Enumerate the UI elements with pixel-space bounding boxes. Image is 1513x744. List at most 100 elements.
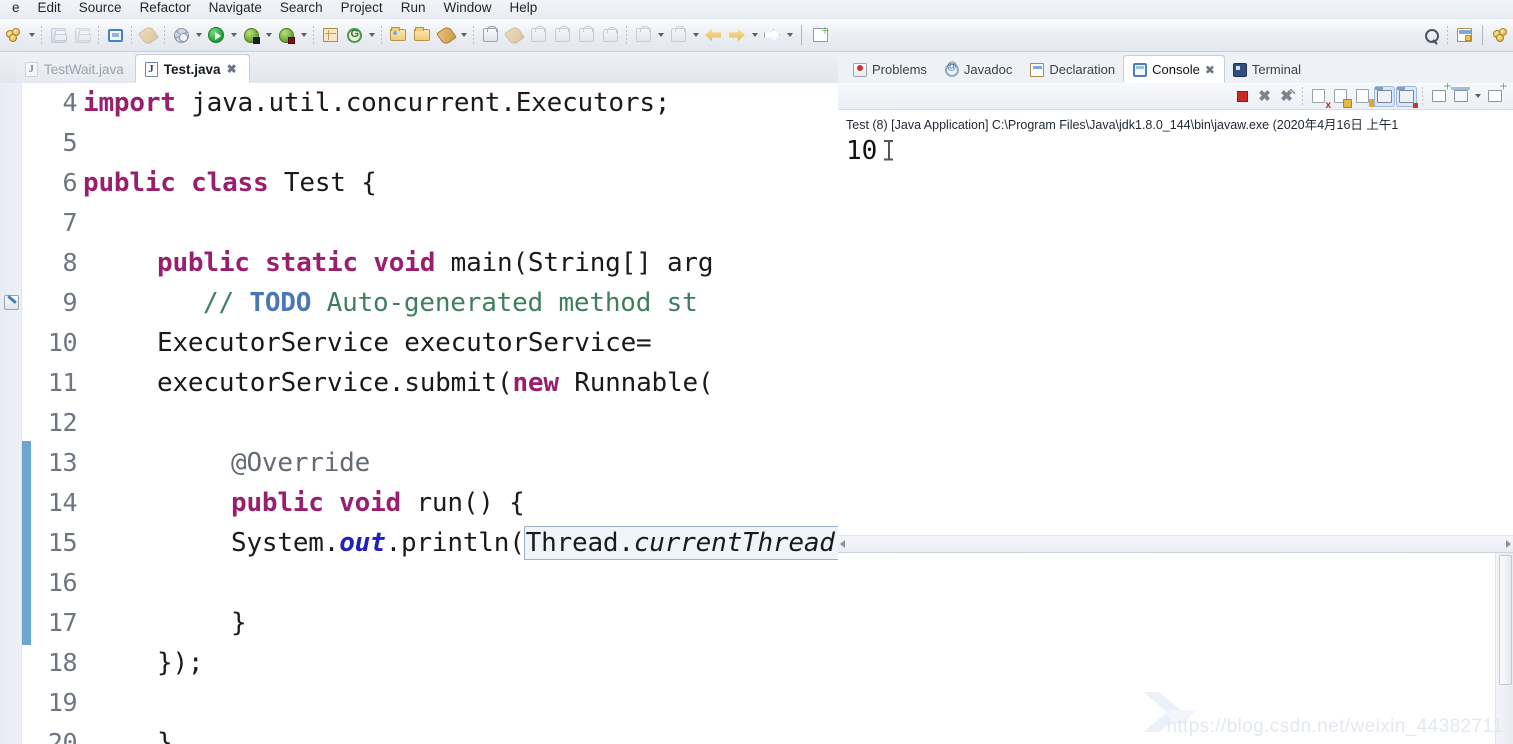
save-all-icon[interactable]: [70, 23, 94, 47]
show-console-on-output-button[interactable]: [1374, 85, 1395, 107]
linked-edit-box[interactable]: Thread.currentThread().getId(): [523, 526, 838, 560]
next-annotation-icon[interactable]: [631, 23, 655, 47]
line-number: 16: [47, 568, 78, 597]
editor-text-area[interactable]: 4 5 6 7 8 9 10 11 12 13 14 15 16 17 18 1…: [0, 83, 838, 744]
code-text: main(String[] arg: [435, 248, 714, 278]
view-tab-declaration[interactable]: Declaration: [1021, 56, 1124, 83]
menu-item-project[interactable]: Project: [333, 0, 391, 18]
menu-item-source[interactable]: Source: [71, 0, 130, 18]
open-perspective-icon[interactable]: [1452, 23, 1476, 47]
menu-item-window[interactable]: Window: [435, 0, 499, 18]
back-icon[interactable]: [701, 23, 725, 47]
previous-annotation-dropdown-arrow[interactable]: [690, 24, 701, 46]
menu-item-navigate[interactable]: Navigate: [201, 0, 270, 18]
menu-item-help[interactable]: Help: [501, 0, 545, 18]
debug-dropdown-arrow[interactable]: [263, 24, 274, 46]
run-dropdown-arrow[interactable]: [228, 24, 239, 46]
clear-console-button[interactable]: [1308, 86, 1329, 107]
forward-icon[interactable]: [725, 23, 749, 47]
show-console-on-error-button[interactable]: [1396, 85, 1418, 108]
menu-item-refactor[interactable]: Refactor: [132, 0, 199, 18]
line-number: 11: [47, 368, 78, 397]
link-editor-icon[interactable]: [136, 23, 160, 47]
coverage-icon[interactable]: [274, 23, 298, 47]
breadcrumb-glyph: [554, 26, 570, 42]
search-dropdown-arrow[interactable]: [458, 24, 469, 46]
new-java-package-icon[interactable]: [318, 23, 342, 47]
line-number: 19: [47, 688, 78, 717]
open-console-button[interactable]: [1484, 86, 1505, 107]
editor-marker-bar[interactable]: [0, 83, 22, 744]
menu-item-file[interactable]: e: [4, 0, 28, 18]
view-tab-label: Terminal: [1251, 62, 1301, 77]
scroll-right-icon[interactable]: [1506, 540, 1511, 548]
scroll-left-icon[interactable]: [840, 540, 845, 548]
next-edit-icon[interactable]: [760, 23, 784, 47]
next-annotation-dropdown-arrow[interactable]: [655, 24, 666, 46]
editor-tab-test[interactable]: Test.java ✖: [135, 55, 249, 83]
pin-console-icon: [1431, 90, 1446, 102]
line-number: 5: [62, 128, 77, 157]
debug-icon[interactable]: [239, 23, 263, 47]
code-line-20: }: [157, 723, 173, 744]
previous-annotation-icon[interactable]: [666, 23, 690, 47]
remove-all-terminated-button[interactable]: ✖: [1276, 86, 1297, 107]
forward-dropdown-arrow[interactable]: [749, 24, 760, 46]
code-text: System.: [231, 528, 340, 558]
menu-item-search[interactable]: Search: [272, 0, 331, 18]
search-icon[interactable]: [1419, 23, 1443, 47]
view-tab-terminal[interactable]: Terminal: [1224, 56, 1310, 83]
new-wizard-dropdown-arrow[interactable]: [26, 24, 37, 46]
print-preview-icon[interactable]: [103, 23, 127, 47]
view-tab-problems[interactable]: Problems: [844, 56, 936, 83]
build-dropdown-arrow[interactable]: [193, 24, 204, 46]
save-icon[interactable]: [46, 23, 70, 47]
pin-console-button[interactable]: [1428, 86, 1449, 107]
view-tab-javadoc[interactable]: Javadoc: [936, 56, 1021, 83]
console-horizontal-scrollbar[interactable]: [838, 535, 1513, 552]
terminate-button[interactable]: [1232, 86, 1253, 107]
build-icon[interactable]: [169, 23, 193, 47]
menu-item-edit[interactable]: Edit: [30, 0, 69, 18]
link-glyph: [137, 24, 159, 46]
search-toolbar-icon[interactable]: [434, 23, 458, 47]
close-icon[interactable]: ✖: [227, 63, 237, 75]
view-tab-console[interactable]: Console ✖: [1124, 56, 1224, 83]
pin-editor-icon[interactable]: [478, 23, 502, 47]
next-edit-dropdown-arrow[interactable]: [784, 24, 795, 46]
editor-tab-testwait[interactable]: TestWait.java: [16, 55, 136, 83]
keyword-public-void: public void: [231, 488, 401, 518]
git-icon[interactable]: [342, 23, 366, 47]
console-toolbar: ✖ ✖: [838, 83, 1513, 109]
code-text: }: [231, 608, 247, 638]
console-view[interactable]: Test (8) [Java Application] C:\Program F…: [838, 109, 1513, 552]
display-console-dropdown-arrow[interactable]: [1472, 85, 1483, 107]
close-icon[interactable]: ✖: [1205, 64, 1215, 76]
coverage-dropdown-arrow[interactable]: [298, 24, 309, 46]
line-number: 4: [62, 88, 77, 117]
scrollbar-thumb[interactable]: [1499, 555, 1512, 685]
remove-occurrence-icon[interactable]: [598, 23, 622, 47]
toggle-mark-icon[interactable]: [502, 23, 526, 47]
display-selected-console-button[interactable]: [1450, 86, 1471, 107]
skip-breakpoints-icon[interactable]: [526, 23, 550, 47]
toggle-breadcrumb-icon[interactable]: [550, 23, 574, 47]
editor-code-content[interactable]: import java.util.concurrent.Executors; p…: [83, 83, 838, 744]
menu-item-run[interactable]: Run: [393, 0, 434, 18]
new-window-icon[interactable]: [808, 23, 832, 47]
editor-tab-label: Test.java: [163, 61, 221, 77]
remove-launch-button[interactable]: ✖: [1254, 86, 1275, 107]
open-task-icon[interactable]: [410, 23, 434, 47]
new-wizard-icon[interactable]: [2, 23, 26, 47]
java-perspective-icon[interactable]: [1489, 23, 1513, 47]
line-number: 8: [62, 248, 77, 277]
last-edit-icon[interactable]: [574, 23, 598, 47]
console-launch-label: Test (8) [Java Application] C:\Program F…: [846, 118, 1399, 132]
scroll-lock-button[interactable]: [1330, 86, 1351, 107]
word-wrap-button[interactable]: [1352, 86, 1373, 107]
git-dropdown-arrow[interactable]: [366, 24, 377, 46]
run-icon[interactable]: [204, 23, 228, 47]
open-type-icon[interactable]: [386, 23, 410, 47]
todo-marker-icon[interactable]: [4, 295, 19, 310]
toolbar-separator: [164, 25, 165, 45]
